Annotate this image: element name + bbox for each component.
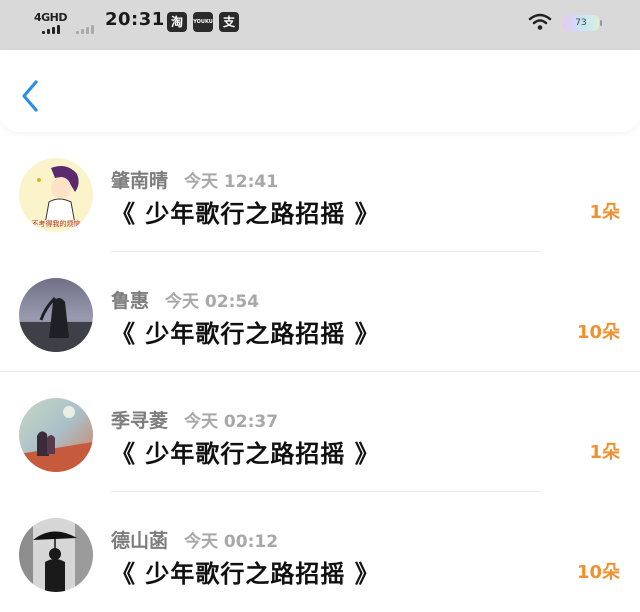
status-time: 20:31 bbox=[105, 9, 165, 30]
book-title[interactable]: 《 少年歌行之路招摇 》 bbox=[111, 314, 380, 349]
list-item[interactable]: 季寻菱 今天 02:37 《 少年歌行之路招摇 》 1朵 bbox=[0, 372, 640, 492]
record-time: 今天 02:37 bbox=[184, 412, 279, 432]
taobao-icon: 淘 bbox=[167, 12, 187, 32]
record-time: 今天 12:41 bbox=[184, 172, 279, 192]
list-item[interactable]: 不考得我的烦恼 肇南晴 今天 12:41 《 少年歌行之路招摇 》 1朵 bbox=[0, 132, 640, 252]
record-meta: 肇南晴 今天 12:41 bbox=[111, 166, 278, 193]
avatar[interactable] bbox=[19, 278, 93, 352]
book-title[interactable]: 《 少年歌行之路招摇 》 bbox=[111, 434, 380, 469]
sender-name[interactable]: 德山菡 bbox=[111, 530, 168, 552]
record-meta: 鲁惠 今天 02:54 bbox=[111, 286, 259, 313]
flower-count: 10朵 bbox=[576, 322, 620, 343]
book-title[interactable]: 《 少年歌行之路招摇 》 bbox=[111, 554, 380, 589]
avatar[interactable]: 不考得我的烦恼 bbox=[19, 158, 93, 232]
record-time: 今天 02:54 bbox=[165, 292, 260, 312]
signal-strength-icon bbox=[42, 24, 66, 34]
flower-count: 1朵 bbox=[589, 202, 620, 223]
signal-strength-secondary-icon bbox=[76, 24, 98, 34]
chevron-left-icon bbox=[22, 80, 38, 112]
record-meta: 季寻菱 今天 02:37 bbox=[111, 406, 278, 433]
sender-name[interactable]: 鲁惠 bbox=[111, 290, 149, 312]
record-meta: 德山菡 今天 00:12 bbox=[111, 526, 278, 553]
nav-bar bbox=[0, 50, 640, 132]
wifi-icon bbox=[528, 12, 552, 36]
list-item[interactable]: 德山菡 今天 00:12 《 少年歌行之路招摇 》 10朵 bbox=[0, 492, 640, 612]
sender-name[interactable]: 肇南晴 bbox=[111, 170, 168, 192]
network-indicator: 4GHD bbox=[34, 11, 68, 24]
record-time: 今天 00:12 bbox=[184, 532, 279, 552]
battery-indicator: 73 bbox=[563, 15, 599, 31]
back-button[interactable] bbox=[16, 76, 50, 116]
svg-text:不考得我的烦恼: 不考得我的烦恼 bbox=[32, 219, 81, 228]
flower-count: 10朵 bbox=[576, 562, 620, 583]
alipay-icon: 支 bbox=[219, 12, 239, 32]
flower-count: 1朵 bbox=[589, 442, 620, 463]
battery-tip bbox=[600, 20, 602, 26]
sender-name[interactable]: 季寻菱 bbox=[111, 410, 168, 432]
youku-icon: YOUKU bbox=[193, 12, 213, 32]
status-bar: 4GHD 20:31 淘 YOUKU 支 73 bbox=[0, 0, 640, 50]
book-title[interactable]: 《 少年歌行之路招摇 》 bbox=[111, 194, 380, 229]
avatar[interactable] bbox=[19, 518, 93, 592]
list-item[interactable]: 鲁惠 今天 02:54 《 少年歌行之路招摇 》 10朵 bbox=[0, 252, 640, 372]
avatar[interactable] bbox=[19, 398, 93, 472]
